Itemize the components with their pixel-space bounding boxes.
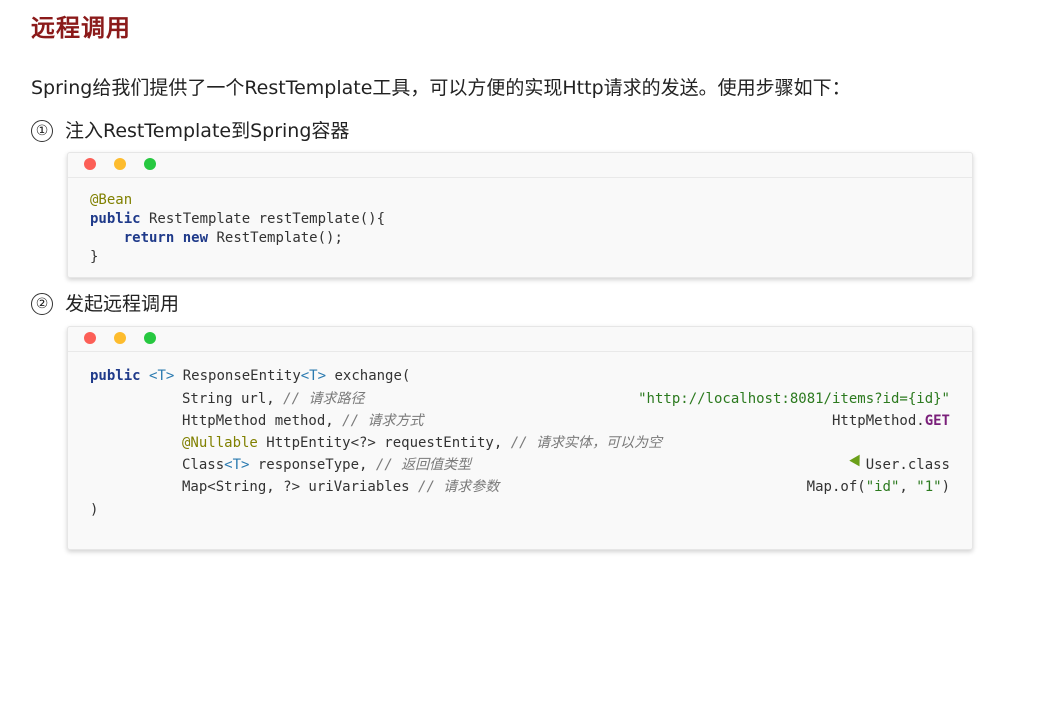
step-2: ② 发起远程调用 <box>31 289 179 316</box>
generic: <T> <box>149 368 175 384</box>
keyword: public <box>90 368 141 384</box>
code-text: User.class <box>865 457 950 473</box>
code-text: } <box>90 249 99 265</box>
step-1: ① 注入RestTemplate到Spring容器 <box>31 116 349 143</box>
code-text: HttpMethod. <box>831 413 925 429</box>
code-body: @Bean public RestTemplate restTemplate()… <box>90 191 385 267</box>
code-body: public <T> ResponseEntity<T> exchange( S… <box>90 367 950 537</box>
step-number: ② <box>31 293 53 315</box>
intro-text: Spring给我们提供了一个RestTemplate工具，可以方便的实现Http… <box>31 77 851 99</box>
keyword: new <box>182 230 209 246</box>
code-text: RestTemplate(); <box>208 230 343 246</box>
string-literal: "1" <box>916 479 942 495</box>
code-line: ) <box>90 501 98 520</box>
code-text: ResponseEntity <box>174 368 301 384</box>
code-text: Map.of( <box>806 479 866 495</box>
code-text: Class <box>182 457 225 473</box>
maximize-dot-icon <box>144 332 156 344</box>
param-example: User.class <box>866 456 950 475</box>
comment: // 请求方式 <box>342 413 424 429</box>
code-text: responseType, <box>249 457 376 473</box>
close-dot-icon <box>84 158 96 170</box>
code-line: Map<String, ?> uriVariables // 请求参数 <box>182 478 499 497</box>
code-line: HttpMethod method, // 请求方式 <box>182 412 423 431</box>
annotation: @Bean <box>90 192 133 208</box>
code-text: exchange( <box>326 368 411 384</box>
string-literal: "id" <box>865 479 900 495</box>
comment: // 请求参数 <box>418 479 500 495</box>
param-example: "http://localhost:8081/items?id={id}" <box>638 390 950 409</box>
minimize-dot-icon <box>114 332 126 344</box>
comment: // 返回值类型 <box>375 457 472 473</box>
code-line: public <T> ResponseEntity<T> exchange( <box>90 367 410 386</box>
code-line: String url, // 请求路径 <box>182 390 364 409</box>
generic: <T> <box>224 457 250 473</box>
step-label: 注入RestTemplate到Spring容器 <box>65 120 350 142</box>
param-example: Map.of("id", "1") <box>807 478 950 497</box>
page-title: 远程调用 <box>31 14 131 42</box>
code-text: HttpEntity<?> requestEntity, <box>257 435 511 451</box>
code-text: String url, <box>182 391 284 407</box>
code-text: ) <box>90 502 99 518</box>
code-line: @Nullable HttpEntity<?> requestEntity, /… <box>182 434 662 453</box>
window-titlebar <box>68 327 972 352</box>
step-number: ① <box>31 120 53 142</box>
enum-value: GET <box>924 413 950 429</box>
comment: // 请求实体，可以为空 <box>510 435 663 451</box>
window-titlebar <box>68 153 972 178</box>
code-text: , <box>899 479 917 495</box>
minimize-dot-icon <box>114 158 126 170</box>
code-text: Map<String, ?> uriVariables <box>182 479 419 495</box>
annotation: @Nullable <box>182 435 258 451</box>
string-literal: "http://localhost:8081/items?id={id}" <box>638 391 950 407</box>
code-text: ) <box>941 479 950 495</box>
code-block-exchange: public <T> ResponseEntity<T> exchange( S… <box>67 326 973 550</box>
keyword: return <box>123 230 175 246</box>
code-line: Class<T> responseType, // 返回值类型 <box>182 456 471 475</box>
code-block-resttemplate-bean: @Bean public RestTemplate restTemplate()… <box>67 152 973 278</box>
code-text: RestTemplate restTemplate(){ <box>140 211 386 227</box>
param-example: HttpMethod.GET <box>832 412 950 431</box>
step-label: 发起远程调用 <box>65 293 180 315</box>
comment: // 请求路径 <box>283 391 365 407</box>
keyword: public <box>90 211 141 227</box>
close-dot-icon <box>84 332 96 344</box>
generic: <T> <box>300 368 327 384</box>
maximize-dot-icon <box>144 158 156 170</box>
code-text: HttpMethod method, <box>182 413 343 429</box>
